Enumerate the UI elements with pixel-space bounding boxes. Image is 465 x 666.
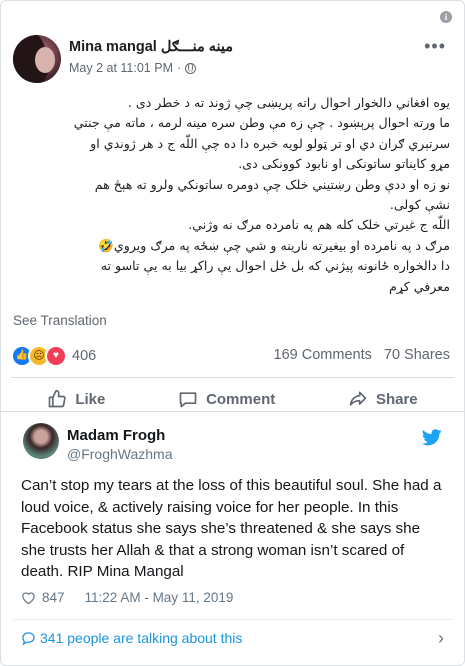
share-icon — [349, 391, 367, 406]
post-body-line: ما ورته احوال پرېښود . چې زه مې وطن سره … — [73, 115, 450, 131]
avatar[interactable] — [13, 35, 61, 83]
conversation-count-text: 341 people are talking about this — [40, 630, 243, 646]
like-label: Like — [75, 390, 106, 408]
tweet-handle[interactable]: @FroghWazhma — [67, 446, 173, 462]
comments-count[interactable]: 169 Comments — [274, 347, 372, 363]
post-meta: May 2 at 11:01 PM · — [69, 61, 197, 75]
engagement-counts: 169 Comments 70 Shares — [274, 347, 450, 363]
divider — [11, 377, 454, 378]
divider — [13, 619, 452, 620]
tweet-meta: 847 11:22 AM - May 11, 2019 — [21, 590, 233, 605]
tweet-text: Can’t stop my tears at the loss of this … — [21, 477, 442, 581]
reaction-count: 406 — [72, 348, 97, 364]
post-body: یوه افغاني دالخوار احوال راته پریښی چې ژ… — [11, 93, 450, 297]
divider — [1, 411, 464, 412]
info-icon[interactable]: i — [440, 11, 452, 23]
comment-icon — [179, 392, 197, 408]
post-author-name[interactable]: Mina mangal مینه منـــګل — [69, 39, 233, 55]
comment-button[interactable]: Comment — [178, 389, 275, 409]
reactions-summary[interactable]: 👍 ☹ ♥ 406 — [11, 345, 96, 367]
globe-icon — [185, 62, 197, 74]
tweet-like-count: 847 — [42, 590, 65, 605]
post-body-line: معرفي کړم — [388, 278, 450, 294]
heart-icon[interactable] — [21, 591, 36, 605]
post-body-line: نو زه او ددې وطن رښتیني خلک چې دومره سات… — [94, 176, 450, 192]
tweet-timestamp[interactable]: 11:22 AM - May 11, 2019 — [85, 590, 234, 605]
post-body-line: دا دالخواره ځانونه پیژني که بل ځل احوال … — [100, 258, 450, 274]
post-body-line: مرګ د په نامرده او بیغیرته نارینه و شي چ… — [98, 237, 450, 253]
facebook-post-header: Mina mangal مینه منـــګل May 2 at 11:01 … — [13, 35, 452, 85]
love-reaction-icon: ♥ — [45, 345, 67, 367]
see-translation-link[interactable]: See Translation — [13, 313, 107, 328]
embedded-post-card: i Mina mangal مینه منـــګل May 2 at 11:0… — [0, 0, 465, 666]
thumbs-up-icon — [49, 389, 67, 408]
tweet-conversation-link[interactable]: 341 people are talking about this › — [21, 627, 444, 649]
share-label: Share — [375, 390, 418, 408]
tweet-author-name[interactable]: Madam Frogh — [67, 427, 165, 444]
shares-count[interactable]: 70 Shares — [384, 347, 450, 363]
post-body-line: مړو کایناتو ساتونکی او نابود کوونکی دی. — [238, 156, 450, 172]
twitter-bird-icon[interactable] — [422, 429, 442, 446]
share-button[interactable]: Share — [348, 389, 418, 409]
post-body-line: اللّه ج غیرتي خلک کله هم په نامرده مرګ ن… — [188, 217, 450, 233]
chevron-right-icon[interactable]: › — [438, 628, 444, 649]
tweet-avatar[interactable] — [23, 423, 59, 459]
speech-bubble-icon — [22, 631, 35, 645]
post-body-line: یوه افغاني دالخوار احوال راته پریښی چې ژ… — [127, 95, 450, 110]
post-body-line: سرتېري ګران دي او تر ټولو لویه خبره دا د… — [90, 135, 450, 151]
like-button[interactable]: Like — [47, 389, 105, 409]
comment-label: Comment — [206, 390, 276, 408]
more-icon[interactable]: ••• — [424, 37, 446, 55]
post-date[interactable]: May 2 at 11:01 PM — [69, 61, 173, 75]
meta-separator: · — [177, 61, 182, 75]
post-body-line: نشې کولی. — [389, 197, 450, 213]
